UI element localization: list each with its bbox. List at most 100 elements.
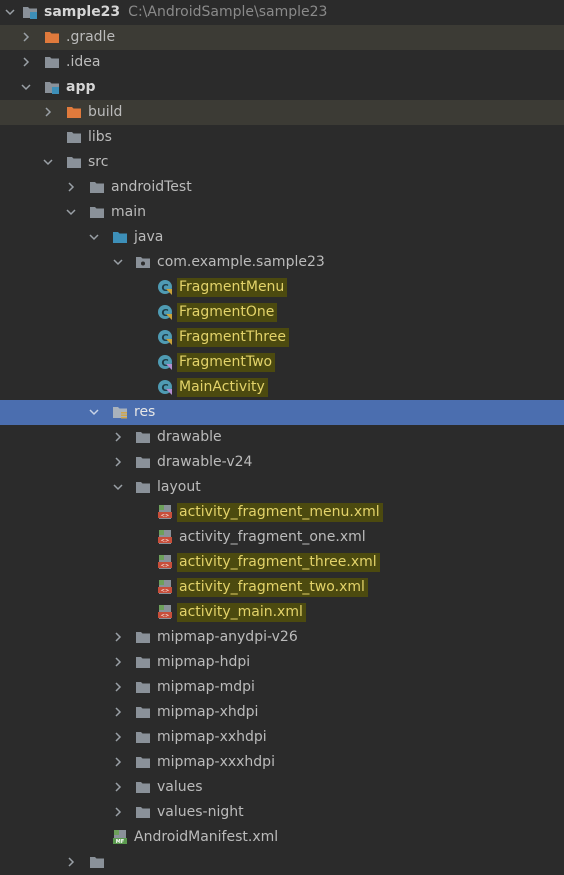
tree-row-drawable-v24[interactable]: drawable-v24 (0, 450, 564, 475)
tree-row-libs[interactable]: libs (0, 125, 564, 150)
folder-icon (135, 754, 151, 770)
layout-xml-icon: <> (157, 604, 173, 620)
manifest-icon: MF (112, 829, 128, 845)
tree-row-layout-file[interactable]: <> activity_fragment_menu.xml (0, 500, 564, 525)
tree-row-res[interactable]: res (0, 400, 564, 425)
tree-row-mipmap[interactable]: mipmap-xhdpi (0, 700, 564, 725)
class-icon: C (157, 379, 173, 395)
tree-row-mipmap[interactable]: mipmap-xxhdpi (0, 725, 564, 750)
svg-text:<>: <> (161, 563, 169, 569)
tree-label-layout-file: activity_fragment_two.xml (177, 578, 368, 597)
tree-label-class: FragmentThree (177, 328, 289, 347)
tree-row-idea[interactable]: .idea (0, 50, 564, 75)
tree-row-gradle[interactable]: .gradle (0, 25, 564, 50)
tree-row-mipmap[interactable]: mipmap-xxxhdpi (0, 750, 564, 775)
folder-icon (89, 204, 105, 220)
tree-row-drawable[interactable]: drawable (0, 425, 564, 450)
tree-row-layout-file[interactable]: <> activity_fragment_two.xml (0, 575, 564, 600)
tree-label-layout-file: activity_fragment_menu.xml (177, 503, 383, 522)
tree-label-gradle: .gradle (66, 29, 116, 45)
class-icon: C (157, 354, 173, 370)
tree-label-drawable: drawable (157, 429, 222, 445)
tree-row-manifest[interactable]: MF AndroidManifest.xml (0, 825, 564, 850)
svg-text:C: C (161, 358, 168, 369)
tree-label-mipmap: mipmap-xxhdpi (157, 729, 267, 745)
tree-row-values[interactable]: values (0, 775, 564, 800)
layout-xml-icon: <> (157, 504, 173, 520)
chevron-down-icon[interactable] (65, 206, 77, 218)
tree-row-class[interactable]: C FragmentMenu (0, 275, 564, 300)
folder-icon (44, 54, 60, 70)
tree-row-class[interactable]: C FragmentTwo (0, 350, 564, 375)
tree-row-mipmap[interactable]: mipmap-mdpi (0, 675, 564, 700)
tree-row-next[interactable] (0, 850, 564, 875)
module-folder-icon (44, 79, 60, 95)
chevron-right-icon[interactable] (112, 756, 124, 768)
tree-label-app: app (66, 79, 96, 95)
tree-label-values-night: values-night (157, 804, 244, 820)
chevron-down-icon[interactable] (112, 481, 124, 493)
svg-text:C: C (161, 383, 168, 394)
tree-label-mipmap: mipmap-anydpi-v26 (157, 629, 298, 645)
tree-row-project-root[interactable]: sample23 C:\AndroidSample\sample23 (0, 0, 564, 25)
folder-icon (89, 854, 105, 870)
tree-label-idea: .idea (66, 54, 101, 70)
svg-text:MF: MF (116, 839, 124, 845)
tree-row-class[interactable]: C FragmentThree (0, 325, 564, 350)
tree-row-main[interactable]: main (0, 200, 564, 225)
chevron-right-icon[interactable] (112, 681, 124, 693)
tree-row-layout[interactable]: layout (0, 475, 564, 500)
chevron-right-icon[interactable] (112, 731, 124, 743)
folder-icon (135, 629, 151, 645)
tree-row-src[interactable]: src (0, 150, 564, 175)
tree-label-mipmap: mipmap-xhdpi (157, 704, 259, 720)
tree-row-androidtest[interactable]: androidTest (0, 175, 564, 200)
module-folder-icon (22, 4, 38, 20)
tree-row-app[interactable]: app (0, 75, 564, 100)
chevron-down-icon[interactable] (4, 6, 16, 18)
tree-label-build: build (88, 104, 123, 120)
tree-row-mipmap[interactable]: mipmap-hdpi (0, 650, 564, 675)
svg-text:C: C (161, 308, 168, 319)
tree-row-build[interactable]: build (0, 100, 564, 125)
chevron-right-icon[interactable] (112, 631, 124, 643)
tree-label-class: MainActivity (177, 378, 268, 397)
excluded-folder-icon (44, 29, 60, 45)
chevron-right-icon[interactable] (65, 181, 77, 193)
tree-label-drawable-v24: drawable-v24 (157, 454, 253, 470)
chevron-right-icon[interactable] (112, 706, 124, 718)
tree-label-main: main (111, 204, 146, 220)
tree-row-package[interactable]: com.example.sample23 (0, 250, 564, 275)
tree-label-class: FragmentMenu (177, 278, 288, 297)
tree-row-values-night[interactable]: values-night (0, 800, 564, 825)
tree-row-mipmap[interactable]: mipmap-anydpi-v26 (0, 625, 564, 650)
tree-row-java[interactable]: java (0, 225, 564, 250)
class-icon: C (157, 279, 173, 295)
chevron-right-icon[interactable] (20, 56, 32, 68)
chevron-right-icon[interactable] (20, 31, 32, 43)
source-folder-icon (112, 229, 128, 245)
svg-text:<>: <> (161, 613, 169, 619)
chevron-down-icon[interactable] (20, 81, 32, 93)
svg-text:C: C (161, 283, 168, 294)
chevron-down-icon[interactable] (112, 256, 124, 268)
chevron-right-icon[interactable] (112, 431, 124, 443)
tree-row-layout-file[interactable]: <> activity_main.xml (0, 600, 564, 625)
tree-row-layout-file[interactable]: <> activity_fragment_one.xml (0, 525, 564, 550)
chevron-right-icon[interactable] (42, 106, 54, 118)
folder-icon (135, 429, 151, 445)
chevron-right-icon[interactable] (112, 806, 124, 818)
tree-label-layout-file: activity_fragment_one.xml (179, 529, 366, 545)
chevron-right-icon[interactable] (65, 856, 77, 868)
svg-text:<>: <> (161, 513, 169, 519)
tree-row-layout-file[interactable]: <> activity_fragment_three.xml (0, 550, 564, 575)
tree-row-class[interactable]: C FragmentOne (0, 300, 564, 325)
chevron-down-icon[interactable] (42, 156, 54, 168)
tree-row-class[interactable]: C MainActivity (0, 375, 564, 400)
chevron-down-icon[interactable] (88, 231, 100, 243)
chevron-right-icon[interactable] (112, 656, 124, 668)
chevron-down-icon[interactable] (88, 406, 100, 418)
project-tree: sample23 C:\AndroidSample\sample23 .gradl… (0, 0, 564, 868)
chevron-right-icon[interactable] (112, 456, 124, 468)
chevron-right-icon[interactable] (112, 781, 124, 793)
